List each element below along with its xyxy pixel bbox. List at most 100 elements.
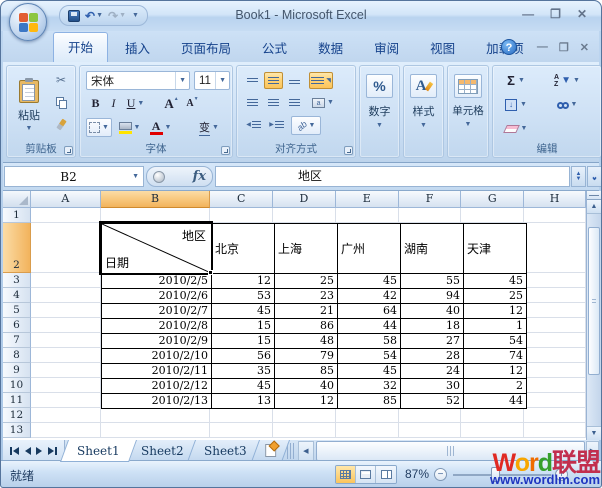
table-value-cell[interactable]: 45 xyxy=(212,304,275,319)
cell-A11[interactable] xyxy=(31,393,101,408)
table-value-cell[interactable]: 56 xyxy=(212,349,275,364)
cell-H7[interactable] xyxy=(524,333,586,348)
tab-页面布局[interactable]: 页面布局 xyxy=(167,34,245,62)
expand-formula-bar-button[interactable]: ⌄⌄ xyxy=(587,166,602,187)
table-header-上海[interactable]: 上海 xyxy=(275,224,338,274)
cell-G1[interactable] xyxy=(461,208,524,223)
cell-A2[interactable] xyxy=(31,223,101,273)
vertical-scroll-thumb[interactable] xyxy=(588,227,600,375)
alignment-dialog-launcher[interactable] xyxy=(344,146,353,155)
table-date-cell[interactable]: 2010/2/12 xyxy=(102,379,212,394)
table-value-cell[interactable]: 40 xyxy=(275,379,338,394)
cell-G13[interactable] xyxy=(461,423,524,438)
cell-H4[interactable] xyxy=(524,288,586,303)
row-header-9[interactable]: 9 xyxy=(3,363,31,378)
qat-customize-button[interactable]: ▼ xyxy=(131,12,139,19)
table-header-湖南[interactable]: 湖南 xyxy=(401,224,464,274)
save-button[interactable] xyxy=(68,10,80,22)
align-top-button[interactable] xyxy=(243,72,262,89)
table-value-cell[interactable]: 28 xyxy=(401,349,464,364)
table-value-cell[interactable]: 15 xyxy=(212,334,275,349)
cell-A8[interactable] xyxy=(31,348,101,363)
cell-H11[interactable] xyxy=(524,393,586,408)
cell-E13[interactable] xyxy=(336,423,399,438)
sort-filter-button[interactable]: AZ ▼ ▼ xyxy=(549,71,585,90)
cell-D13[interactable] xyxy=(273,423,336,438)
table-value-cell[interactable]: 53 xyxy=(212,289,275,304)
copy-button[interactable] xyxy=(51,93,71,111)
table-date-cell[interactable]: 2010/2/13 xyxy=(102,394,212,409)
row-header-4[interactable]: 4 xyxy=(3,288,31,303)
normal-view-button[interactable] xyxy=(336,466,356,483)
table-value-cell[interactable]: 64 xyxy=(338,304,401,319)
prev-sheet-button[interactable] xyxy=(25,447,31,455)
cell-A12[interactable] xyxy=(31,408,101,423)
column-header-G[interactable]: G xyxy=(461,191,524,208)
table-date-cell[interactable]: 2010/2/11 xyxy=(102,364,212,379)
table-date-cell[interactable]: 2010/2/6 xyxy=(102,289,212,304)
column-header-D[interactable]: D xyxy=(273,191,336,208)
table-value-cell[interactable]: 18 xyxy=(401,319,464,334)
cell-A1[interactable] xyxy=(31,208,101,223)
table-value-cell[interactable]: 74 xyxy=(464,349,527,364)
vertical-scrollbar[interactable]: ▲ ▼ xyxy=(586,191,601,440)
scroll-down-button[interactable]: ▼ xyxy=(587,426,601,440)
table-value-cell[interactable]: 15 xyxy=(212,319,275,334)
table-value-cell[interactable]: 42 xyxy=(338,289,401,304)
table-value-cell[interactable]: 45 xyxy=(338,364,401,379)
cell-D12[interactable] xyxy=(273,408,336,423)
table-value-cell[interactable]: 86 xyxy=(275,319,338,334)
cell-A7[interactable] xyxy=(31,333,101,348)
cell-A10[interactable] xyxy=(31,378,101,393)
column-header-C[interactable]: C xyxy=(210,191,273,208)
merge-center-button[interactable]: a ▼ xyxy=(309,94,337,111)
fill-handle[interactable] xyxy=(208,270,213,275)
page-break-view-button[interactable] xyxy=(376,466,396,483)
page-layout-view-button[interactable] xyxy=(356,466,376,483)
cell-D1[interactable] xyxy=(273,208,336,223)
table-value-cell[interactable]: 55 xyxy=(401,274,464,289)
grow-font-button[interactable]: A▲ xyxy=(162,95,181,112)
row-header-10[interactable]: 10 xyxy=(3,378,31,393)
phonetic-button[interactable]: 变 ▼ xyxy=(194,118,224,137)
align-left-button[interactable] xyxy=(243,94,262,111)
table-value-cell[interactable]: 54 xyxy=(464,334,527,349)
table-value-cell[interactable]: 85 xyxy=(275,364,338,379)
column-header-E[interactable]: E xyxy=(336,191,399,208)
tab-开始[interactable]: 开始 xyxy=(53,32,108,62)
table-value-cell[interactable]: 25 xyxy=(275,274,338,289)
cell-H9[interactable] xyxy=(524,363,586,378)
cell-H3[interactable] xyxy=(524,273,586,288)
format-painter-button[interactable] xyxy=(51,115,71,133)
column-header-A[interactable]: A xyxy=(31,191,101,208)
cell-A13[interactable] xyxy=(31,423,101,438)
align-middle-button[interactable] xyxy=(264,72,283,89)
sheet-tab-Sheet1[interactable]: Sheet1 xyxy=(60,440,137,462)
workbook-restore-button[interactable]: ❐ xyxy=(559,41,569,54)
cell-H2[interactable] xyxy=(524,223,586,273)
cell-E12[interactable] xyxy=(336,408,399,423)
row-header-2[interactable]: 2 xyxy=(3,223,31,273)
column-header-H[interactable]: H xyxy=(524,191,586,208)
table-value-cell[interactable]: 12 xyxy=(275,394,338,409)
cell-H8[interactable] xyxy=(524,348,586,363)
cell-G12[interactable] xyxy=(461,408,524,423)
cell-H5[interactable] xyxy=(524,303,586,318)
formula-input[interactable]: 地区 xyxy=(215,166,570,187)
shrink-font-button[interactable]: A▼ xyxy=(183,95,202,112)
cells-group-button[interactable]: 单元格 ▼ xyxy=(450,68,486,155)
cell-F12[interactable] xyxy=(399,408,462,423)
first-sheet-button[interactable] xyxy=(10,447,19,455)
fill-color-button[interactable]: ▼ xyxy=(116,118,143,137)
row-header-8[interactable]: 8 xyxy=(3,348,31,363)
last-sheet-button[interactable] xyxy=(48,447,57,455)
table-date-cell[interactable]: 2010/2/7 xyxy=(102,304,212,319)
clear-button[interactable]: ▼ xyxy=(501,120,531,137)
align-center-button[interactable] xyxy=(264,94,283,111)
row-header-1[interactable]: 1 xyxy=(3,208,31,223)
autosum-button[interactable]: Σ ▼ xyxy=(501,72,531,89)
paste-button[interactable]: 粘贴 ▼ xyxy=(11,70,47,142)
table-value-cell[interactable]: 30 xyxy=(401,379,464,394)
table-value-cell[interactable]: 85 xyxy=(338,394,401,409)
table-value-cell[interactable]: 12 xyxy=(464,364,527,379)
